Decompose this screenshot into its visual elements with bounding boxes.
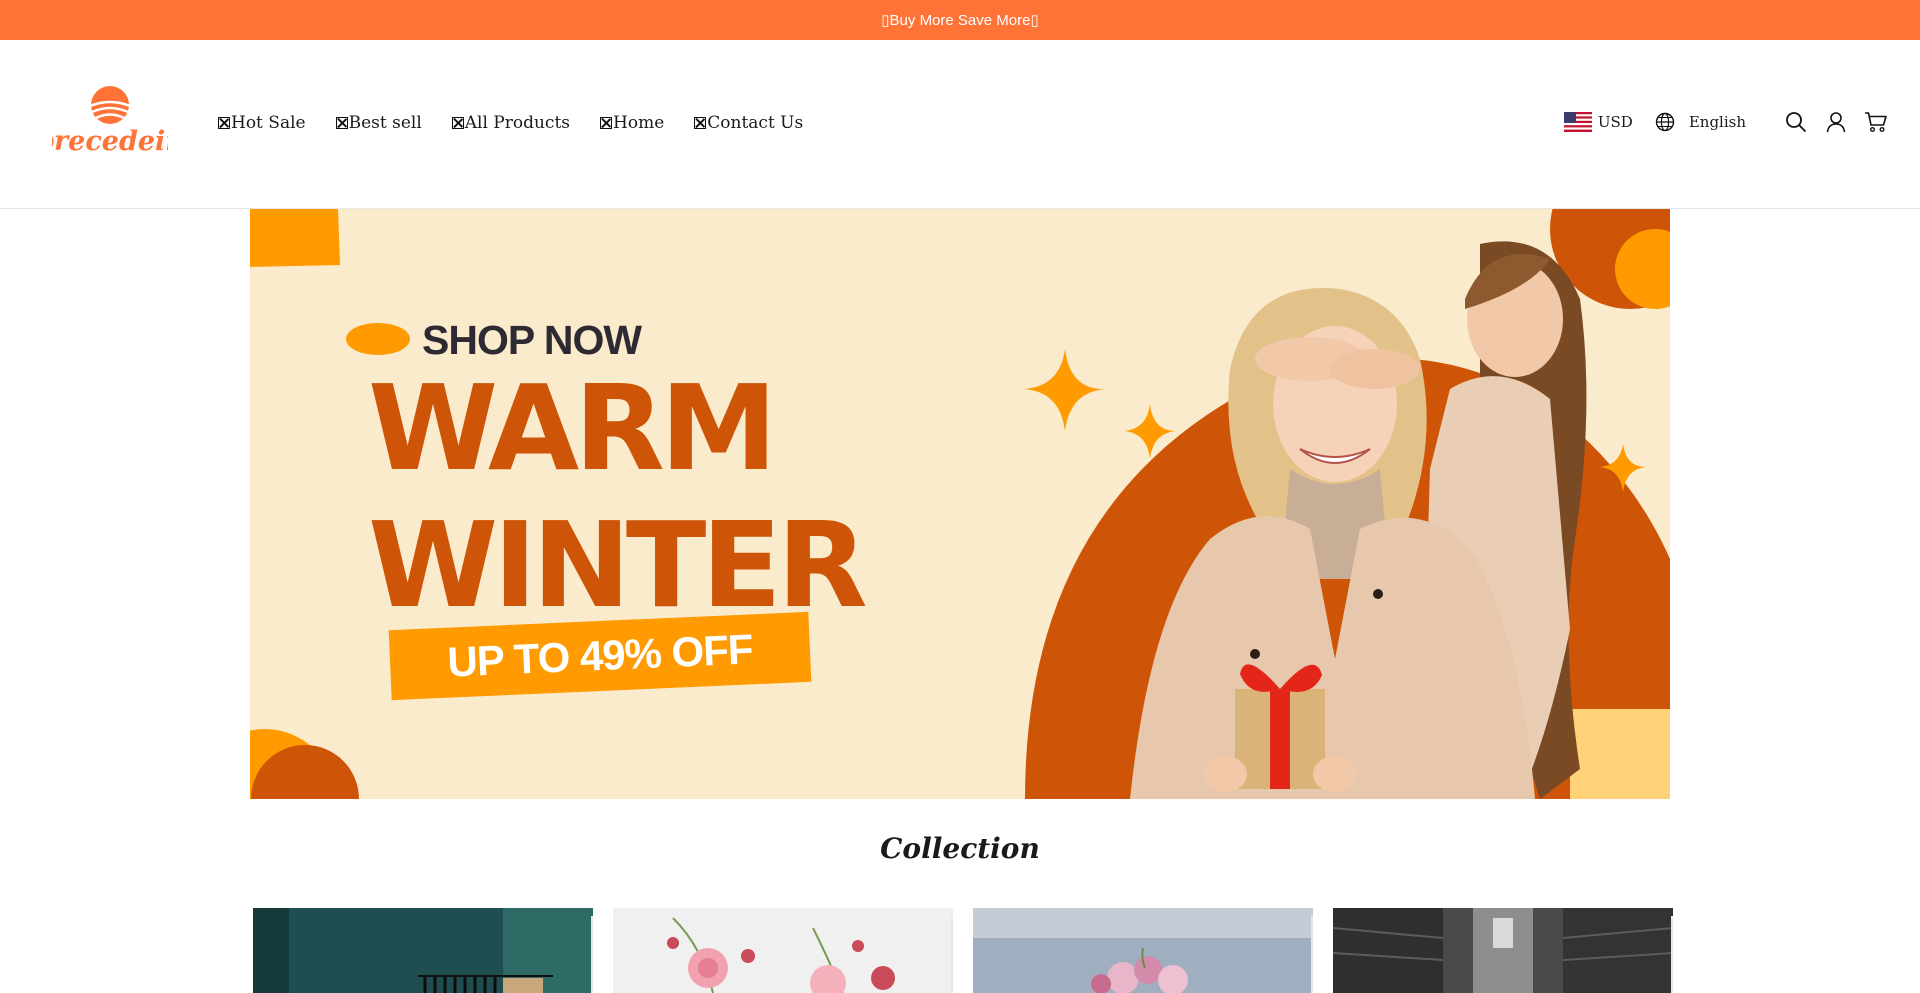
currency-selector[interactable]: USD: [1563, 112, 1633, 132]
card-shadow: [591, 916, 593, 993]
language-selector[interactable]: English: [1655, 112, 1746, 132]
sparkle-icon: [1023, 349, 1107, 431]
corner-shape: [1570, 709, 1670, 799]
hero-headline-line-1: WARM: [368, 359, 777, 497]
announcement-bar: ▯Buy More Save More▯: [0, 0, 1920, 40]
main-nav: Hot Sale Best sell All Products Home Con…: [218, 113, 803, 133]
nav-label: Home: [613, 113, 665, 133]
store-logo[interactable]: precedein: [35, 84, 185, 160]
cart-icon: [1865, 112, 1887, 133]
missing-glyph-icon: [600, 117, 613, 129]
clothing-rack-photo: [253, 908, 593, 993]
us-flag-icon: [1563, 112, 1592, 132]
missing-glyph-icon: [451, 117, 464, 129]
nav-label: All Products: [464, 113, 571, 133]
account-icon: [1826, 112, 1846, 133]
announcement-text: ▯Buy More Save More▯: [881, 12, 1039, 29]
site-header: precedein Hot Sale Best sell All Product…: [0, 40, 1920, 209]
collection-card[interactable]: [253, 908, 593, 993]
nav-hot-sale[interactable]: Hot Sale: [218, 113, 306, 133]
nav-label: Contact Us: [707, 113, 804, 133]
collection-card[interactable]: [973, 908, 1313, 993]
search-icon: [1786, 112, 1807, 133]
language-label: English: [1688, 113, 1746, 131]
pink-flowers-photo: [613, 908, 953, 993]
logo-mark-icon: precedein: [35, 86, 185, 157]
collection-card[interactable]: [1333, 908, 1673, 993]
oval-accent: [346, 323, 410, 355]
warehouse-photo: [1333, 908, 1673, 993]
missing-glyph-icon: [335, 117, 348, 129]
card-shadow: [951, 916, 953, 993]
card-shadow: [1671, 916, 1673, 993]
nav-contact-us[interactable]: Contact Us: [694, 113, 803, 133]
flower-vase-photo: [973, 908, 1313, 993]
nav-best-sell[interactable]: Best sell: [335, 113, 422, 133]
globe-icon: [1655, 112, 1675, 132]
account-button[interactable]: [1824, 110, 1848, 134]
header-tools: USD English: [1563, 110, 1888, 134]
nav-home[interactable]: Home: [600, 113, 664, 133]
nav-label: Best sell: [348, 113, 422, 133]
card-shadow: [1311, 916, 1313, 993]
collection-card[interactable]: [613, 908, 953, 993]
hero-kicker: SHOP NOW: [422, 317, 642, 363]
missing-glyph-icon: [218, 117, 230, 129]
promo-text: UP TO 49% OFF: [446, 625, 754, 686]
missing-glyph-icon: [694, 117, 707, 129]
cart-button[interactable]: [1864, 110, 1888, 134]
hero-banner[interactable]: SHOP NOW WARM WINTER UP TO 49% OFF: [250, 209, 1670, 799]
search-button[interactable]: [1784, 110, 1808, 134]
nav-all-products[interactable]: All Products: [451, 113, 571, 133]
hero-headline-line-2: WINTER: [368, 496, 868, 634]
corner-shape: [250, 209, 340, 267]
currency-label: USD: [1597, 113, 1633, 131]
nav-label: Hot Sale: [231, 113, 306, 133]
logo-text: precedein: [52, 126, 168, 157]
collection-grid: [253, 908, 1673, 993]
collection-heading: Collection: [880, 832, 1040, 865]
